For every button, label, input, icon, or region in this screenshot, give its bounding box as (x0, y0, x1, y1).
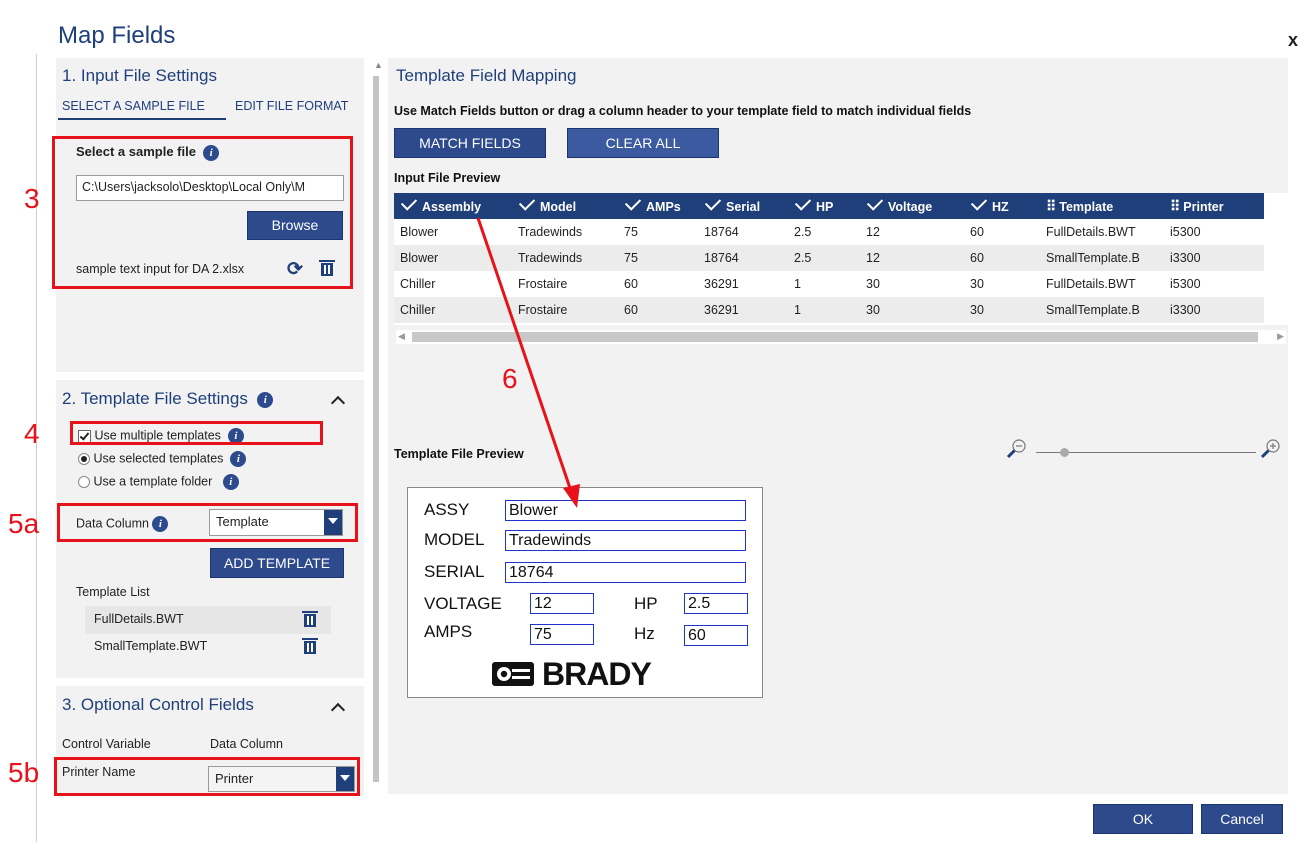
cancel-button[interactable]: Cancel (1201, 804, 1283, 834)
annotation-arrow-6 (476, 217, 580, 508)
ok-button[interactable]: OK (1093, 804, 1193, 834)
